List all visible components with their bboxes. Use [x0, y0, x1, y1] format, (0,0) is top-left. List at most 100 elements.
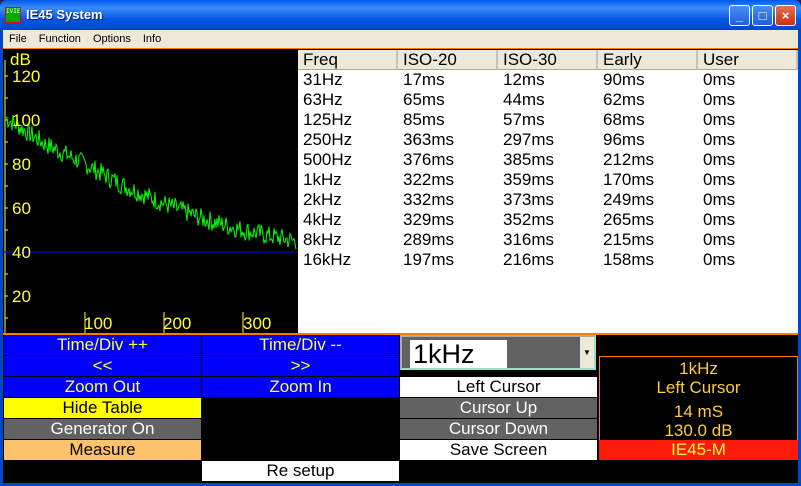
close-button[interactable]: × [775, 5, 796, 26]
cell-freq: 4kHz [303, 210, 342, 229]
scroll-right-button[interactable]: >> [202, 356, 399, 376]
y-tick-label: 80 [12, 155, 31, 174]
cursor-up-button[interactable]: Cursor Up [400, 398, 597, 418]
cell-freq: 2kHz [303, 190, 342, 209]
re-setup-button[interactable]: Re setup [202, 461, 399, 481]
model-badge[interactable]: IE45-M [599, 440, 798, 460]
minimize-button[interactable]: _ [729, 5, 750, 26]
info-time: 14 mS [673, 402, 724, 421]
table-header-row: Freq ISO-20 ISO-30 Early User [298, 50, 798, 70]
column-header-freq[interactable]: Freq [298, 50, 398, 70]
column-header-user[interactable]: User [698, 50, 798, 70]
graph-canvas [4, 60, 297, 333]
time-div-decrease-button[interactable]: Time/Div -- [202, 335, 399, 355]
menu-file[interactable]: File [3, 33, 33, 45]
cell-user: 0ms [703, 210, 736, 229]
info-cursor: Left Cursor [656, 378, 741, 397]
x-tick-label: 300 [243, 314, 272, 333]
cell-iso20: 376ms [403, 150, 455, 169]
cell-early: 96ms [603, 130, 645, 149]
cell-freq: 31Hz [303, 70, 343, 89]
cell-iso20: 329ms [403, 210, 455, 229]
table-row[interactable]: 31Hz 17ms 12ms 90ms 0ms [298, 70, 798, 90]
cell-early: 158ms [603, 250, 655, 269]
y-tick-label: 20 [12, 287, 31, 306]
cell-freq: 250Hz [303, 130, 353, 149]
app-window: IVIE IE45 System _ □ × File Function Opt… [0, 0, 801, 486]
cell-user: 0ms [703, 150, 736, 169]
table-row[interactable]: 63Hz 65ms 44ms 62ms 0ms [298, 90, 798, 110]
menu-options[interactable]: Options [87, 33, 137, 45]
cell-iso20: 363ms [403, 130, 455, 149]
table-row[interactable]: 125Hz 85ms 57ms 68ms 0ms [298, 110, 798, 130]
column-header-early[interactable]: Early [598, 50, 698, 70]
cell-iso30: 385ms [503, 150, 555, 169]
cell-iso30: 44ms [503, 90, 545, 109]
table-row[interactable]: 16kHz 197ms 216ms 158ms 0ms [298, 250, 798, 270]
cell-user: 0ms [703, 90, 736, 109]
info-level: 130.0 dB [664, 421, 733, 440]
table-row[interactable]: 500Hz 376ms 385ms 212ms 0ms [298, 150, 798, 170]
cell-iso30: 12ms [503, 70, 545, 89]
y-tick-label: 40 [12, 243, 31, 262]
table-row[interactable]: 1kHz 322ms 359ms 170ms 0ms [298, 170, 798, 190]
cell-iso30: 352ms [503, 210, 555, 229]
app-icon: IVIE [5, 7, 21, 23]
chevron-down-icon[interactable]: ▼ [580, 337, 594, 368]
cell-user: 0ms [703, 130, 736, 149]
y-unit-label: dB [10, 50, 31, 69]
zoom-out-button[interactable]: Zoom Out [4, 377, 201, 397]
cell-early: 215ms [603, 230, 655, 249]
cell-user: 0ms [703, 170, 736, 189]
measure-button[interactable]: Measure [4, 440, 201, 460]
x-tick-label: 100 [84, 314, 113, 333]
y-tick-label: 100 [12, 111, 41, 130]
client-area: dB 120 100 80 60 40 20 100 200 300 Freq … [3, 48, 798, 483]
table-row[interactable]: 250Hz 363ms 297ms 96ms 0ms [298, 130, 798, 150]
time-div-increase-button[interactable]: Time/Div ++ [4, 335, 201, 355]
generator-on-button[interactable]: Generator On [4, 419, 201, 439]
decay-graph[interactable]: dB 120 100 80 60 40 20 100 200 300 [4, 50, 297, 333]
table-row[interactable]: 2kHz 332ms 373ms 249ms 0ms [298, 190, 798, 210]
menu-function[interactable]: Function [33, 33, 87, 45]
cell-freq: 63Hz [303, 90, 343, 109]
cell-freq: 8kHz [303, 230, 342, 249]
save-screen-button[interactable]: Save Screen [400, 440, 597, 460]
column-header-iso30[interactable]: ISO-30 [498, 50, 598, 70]
hide-table-button[interactable]: Hide Table [4, 398, 201, 418]
maximize-button[interactable]: □ [752, 5, 773, 26]
y-tick-label: 60 [12, 199, 31, 218]
table-row[interactable]: 4kHz 329ms 352ms 265ms 0ms [298, 210, 798, 230]
rt60-table: Freq ISO-20 ISO-30 Early User 31Hz 17ms 12… [298, 50, 798, 333]
cell-iso20: 322ms [403, 170, 455, 189]
window-title: IE45 System [26, 7, 103, 22]
cell-early: 68ms [603, 110, 645, 129]
menu-info[interactable]: Info [137, 33, 167, 45]
cell-freq: 16kHz [303, 250, 352, 269]
left-cursor-button[interactable]: Left Cursor [400, 377, 597, 397]
cell-iso30: 359ms [503, 170, 555, 189]
table-row[interactable]: 8kHz 289ms 316ms 215ms 0ms [298, 230, 798, 250]
column-header-iso20[interactable]: ISO-20 [398, 50, 498, 70]
menu-bar: File Function Options Info [3, 30, 798, 48]
cell-freq: 1kHz [303, 170, 342, 189]
band-select-value: 1kHz [410, 340, 507, 368]
cell-freq: 500Hz [303, 150, 353, 169]
cell-freq: 125Hz [303, 110, 353, 129]
cell-iso30: 216ms [503, 250, 555, 269]
zoom-in-button[interactable]: Zoom In [202, 377, 399, 397]
scroll-left-button[interactable]: << [4, 356, 201, 376]
cell-user: 0ms [703, 250, 736, 269]
cursor-down-button[interactable]: Cursor Down [400, 419, 597, 439]
cell-iso30: 57ms [503, 110, 545, 129]
cell-user: 0ms [703, 110, 736, 129]
cell-early: 265ms [603, 210, 655, 229]
cell-user: 0ms [703, 230, 736, 249]
cursor-info-panel: 1kHz Left Cursor 14 mS 130.0 dB [599, 356, 798, 441]
band-select[interactable]: 1kHz ▼ [400, 335, 596, 370]
cell-iso20: 65ms [403, 90, 445, 109]
cell-iso30: 316ms [503, 230, 555, 249]
cell-early: 212ms [603, 150, 655, 169]
cell-iso20: 289ms [403, 230, 455, 249]
decay-trace [5, 114, 297, 250]
